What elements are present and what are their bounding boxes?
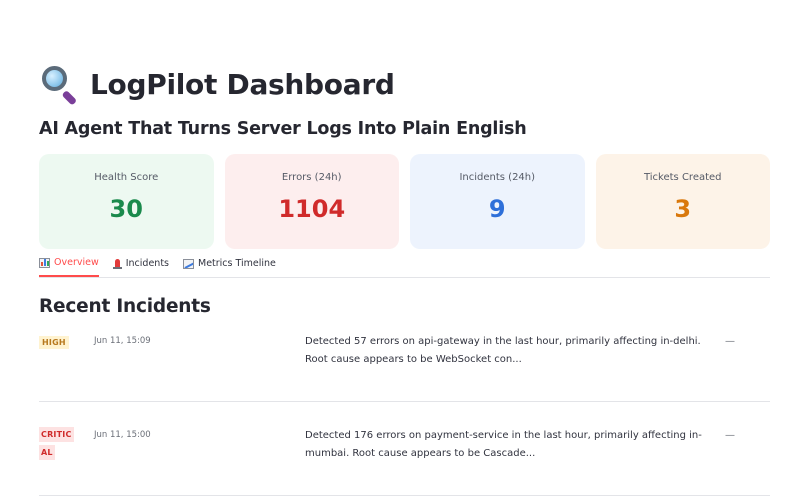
magnifying-glass-icon — [40, 64, 80, 106]
incident-ticket: — — [725, 336, 735, 347]
metric-label: Errors (24h) — [281, 172, 342, 183]
page-title: LogPilot Dashboard — [90, 67, 395, 101]
metric-label: Health Score — [94, 172, 159, 183]
severity-badge: CRITICAL — [39, 426, 77, 462]
metric-label: Incidents (24h) — [459, 172, 536, 183]
incident-time: Jun 11, 15:09 — [94, 336, 151, 346]
severity-label: CRITICAL — [39, 427, 74, 460]
incident-time: Jun 11, 15:00 — [94, 430, 151, 440]
tab-bar: Overview Incidents Metrics Timeline — [39, 256, 770, 278]
incident-row[interactable]: HIGH Jun 11, 15:09 Detected 57 errors on… — [39, 332, 770, 402]
metric-card-tickets: Tickets Created 3 — [595, 154, 770, 249]
severity-label: HIGH — [39, 336, 69, 349]
metric-value: 30 — [109, 195, 143, 223]
siren-icon — [112, 258, 122, 269]
page-header: LogPilot Dashboard — [40, 64, 395, 106]
metric-card-health-score: Health Score 30 — [39, 154, 214, 249]
tab-overview[interactable]: Overview — [39, 256, 99, 277]
tab-label: Incidents — [125, 258, 169, 269]
tab-label: Metrics Timeline — [198, 258, 276, 269]
metric-value: 9 — [488, 195, 506, 223]
bar-chart-icon — [39, 257, 50, 268]
tab-metrics-timeline[interactable]: Metrics Timeline — [183, 256, 276, 277]
section-title: Recent Incidents — [39, 296, 211, 317]
incident-ticket: — — [725, 430, 735, 441]
metric-label: Tickets Created — [643, 172, 722, 183]
metric-value: 3 — [674, 195, 692, 223]
severity-badge: HIGH — [39, 335, 69, 350]
metric-value: 1104 — [278, 195, 346, 223]
tab-label: Overview — [54, 257, 99, 268]
incident-description: Detected 57 errors on api-gateway in the… — [305, 336, 701, 365]
page-subtitle: AI Agent That Turns Server Logs Into Pla… — [39, 119, 527, 139]
tab-incidents[interactable]: Incidents — [112, 256, 169, 277]
metric-card-errors: Errors (24h) 1104 — [224, 154, 399, 249]
metrics-row: Health Score 30 Errors (24h) 1104 Incide… — [39, 154, 770, 249]
incident-description: Detected 176 errors on payment-service i… — [305, 430, 702, 459]
incident-row[interactable]: CRITICAL Jun 11, 15:00 Detected 176 erro… — [39, 426, 770, 496]
metric-card-incidents: Incidents (24h) 9 — [410, 154, 585, 249]
line-chart-icon — [183, 258, 194, 269]
